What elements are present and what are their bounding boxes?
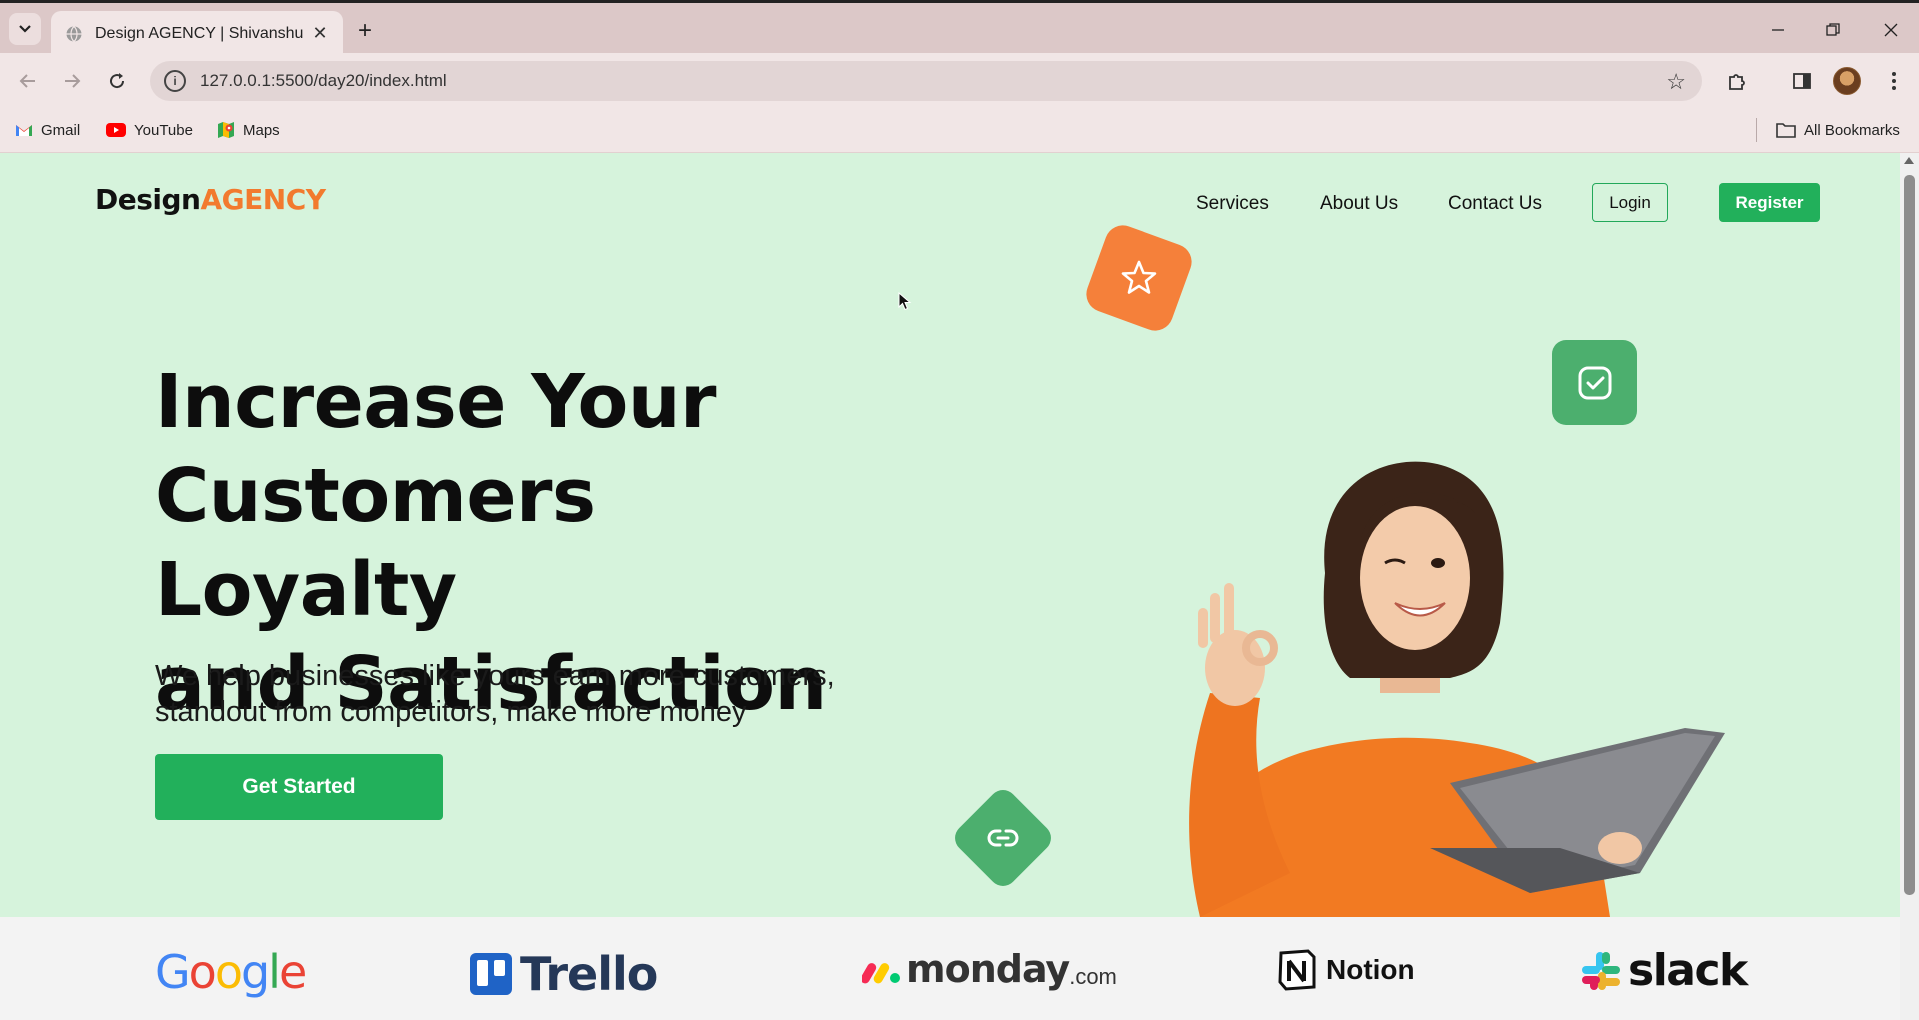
scroll-up-icon[interactable] — [1904, 157, 1914, 164]
url-text: 127.0.0.1:5500/day20/index.html — [200, 71, 447, 90]
star-icon — [1121, 260, 1157, 294]
chevron-down-icon — [19, 25, 31, 33]
browser-tab-active[interactable]: Design AGENCY | Shivanshu ✕ — [51, 11, 343, 56]
register-button[interactable]: Register — [1719, 183, 1820, 222]
forward-arrow-icon[interactable] — [56, 65, 88, 97]
side-panel-icon[interactable] — [1786, 65, 1818, 97]
headline-line-1: Increase Your — [155, 359, 717, 445]
star-badge-tile — [1081, 220, 1197, 336]
slack-logo: slack — [1580, 945, 1748, 996]
tab-title: Design AGENCY | Shivanshu — [95, 24, 304, 42]
google-logo: Google — [155, 945, 307, 999]
login-button[interactable]: Login — [1592, 183, 1668, 222]
bookmark-separator — [1756, 118, 1757, 142]
youtube-icon — [106, 123, 126, 137]
checkbox-icon — [1578, 366, 1611, 399]
get-started-button[interactable]: Get Started — [155, 754, 443, 820]
new-tab-button[interactable]: + — [350, 16, 380, 46]
link-icon — [987, 829, 1019, 847]
nav-link-contact-us[interactable]: Contact Us — [1448, 193, 1542, 215]
bookmark-star-icon[interactable]: ☆ — [1666, 69, 1686, 95]
bookmark-label: Maps — [243, 121, 280, 139]
brand-monday-label: monday — [906, 947, 1070, 991]
browser-tab-bar: Design AGENCY | Shivanshu ✕ + — [0, 0, 1919, 56]
all-bookmarks-label: All Bookmarks — [1804, 121, 1900, 139]
headline-line-2: Customers Loyalty — [155, 453, 596, 633]
nav-link-about-us[interactable]: About Us — [1320, 193, 1398, 215]
site-logo[interactable]: DesignAGENCY — [95, 183, 326, 216]
check-tile — [1552, 340, 1637, 425]
address-bar[interactable]: i 127.0.0.1:5500/day20/index.html ☆ — [150, 61, 1702, 101]
monday-icon — [862, 963, 900, 984]
scrollbar-thumb[interactable] — [1904, 175, 1915, 895]
trello-icon — [470, 953, 512, 995]
reload-icon[interactable] — [101, 65, 133, 97]
slack-icon — [1582, 951, 1620, 990]
bookmark-label: Gmail — [41, 121, 81, 139]
restore-icon[interactable] — [1813, 15, 1853, 45]
brand-trello-label: Trello — [520, 947, 658, 1001]
page-scrollbar[interactable] — [1900, 153, 1919, 1020]
mouse-cursor-icon — [898, 292, 912, 311]
notion-icon — [1278, 949, 1316, 991]
trello-logo: Trello — [470, 947, 658, 1001]
maps-icon — [218, 122, 234, 138]
profile-avatar[interactable] — [1833, 67, 1861, 95]
back-arrow-icon[interactable] — [12, 65, 44, 97]
minimize-icon[interactable] — [1758, 15, 1798, 45]
gmail-icon — [16, 125, 32, 136]
web-page: DesignAGENCY Services About Us Contact U… — [0, 153, 1900, 1020]
hero-subheading: We help businesses like yours earn more … — [155, 658, 915, 730]
subheading-line-1: We help businesses like yours earn more … — [155, 660, 835, 692]
site-info-icon[interactable]: i — [164, 70, 186, 92]
subheading-line-2: standout from competitors, make more mon… — [155, 696, 747, 728]
bookmark-gmail[interactable]: Gmail — [15, 118, 80, 142]
close-window-icon[interactable] — [1871, 15, 1911, 45]
brand-logos-strip: Google Trello monday .com Notion slack — [0, 917, 1900, 1020]
nav-link-services[interactable]: Services — [1196, 193, 1269, 215]
browser-toolbar: i 127.0.0.1:5500/day20/index.html ☆ — [0, 53, 1919, 108]
all-bookmarks-button[interactable]: All Bookmarks — [1776, 118, 1900, 142]
logo-agency-text: AGENCY — [200, 183, 326, 216]
bookmark-maps[interactable]: Maps — [217, 118, 280, 142]
bookmark-youtube[interactable]: YouTube — [106, 118, 193, 142]
link-tile — [949, 784, 1057, 892]
folder-icon — [1776, 123, 1796, 138]
tab-close-icon[interactable]: ✕ — [311, 23, 329, 43]
hero-person-illustration — [1189, 461, 1725, 917]
globe-icon — [66, 25, 82, 42]
menu-kebab-icon[interactable] — [1878, 65, 1910, 97]
brand-monday-suffix: .com — [1069, 964, 1117, 989]
bookmarks-bar: Gmail YouTube Maps All Bookmarks — [0, 108, 1919, 153]
brand-slack-label: slack — [1628, 945, 1748, 996]
tab-search-button[interactable] — [9, 13, 41, 45]
monday-logo: monday .com — [862, 947, 1117, 991]
notion-logo: Notion — [1276, 949, 1415, 991]
extensions-icon[interactable] — [1721, 65, 1753, 97]
brand-notion-label: Notion — [1326, 954, 1415, 985]
logo-design-text: Design — [95, 183, 201, 216]
bookmark-label: YouTube — [134, 121, 193, 139]
hero-section: DesignAGENCY Services About Us Contact U… — [0, 153, 1900, 917]
